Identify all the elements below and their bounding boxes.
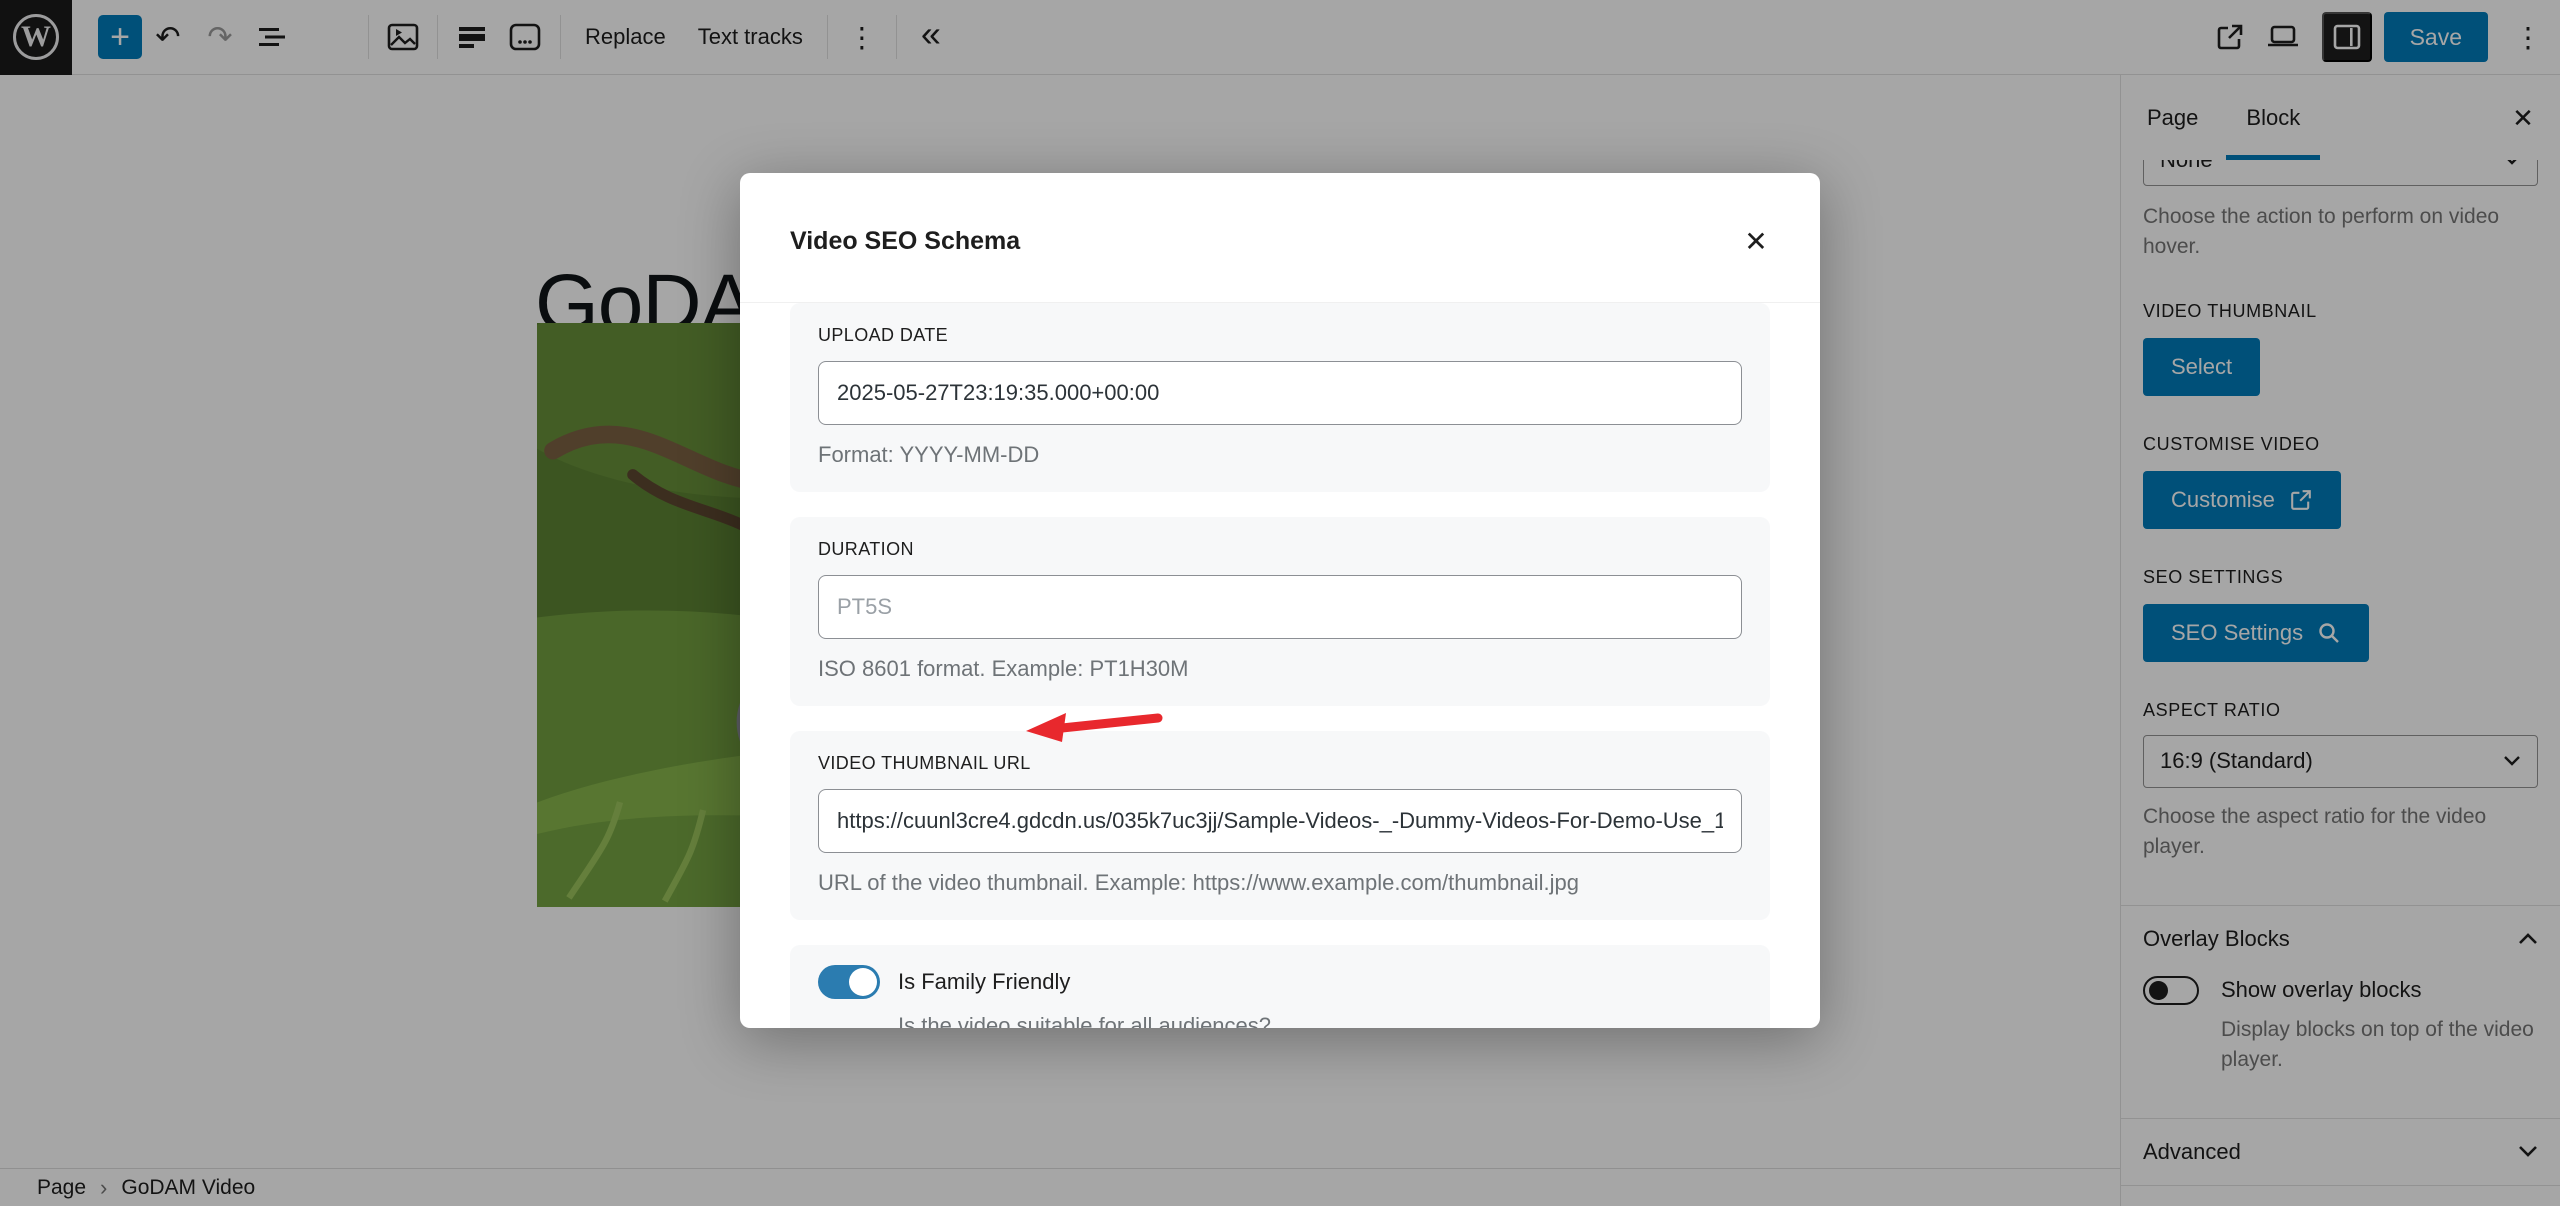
close-modal-button[interactable]: ✕ — [1736, 221, 1776, 261]
video-thumbnail-url-help: URL of the video thumbnail. Example: htt… — [818, 870, 1742, 896]
toggle-knob — [849, 968, 877, 996]
video-thumbnail-url-section: Video Thumbnail URL URL of the video thu… — [790, 731, 1770, 920]
family-friendly-section: Is Family Friendly Is the video suitable… — [790, 945, 1770, 1028]
upload-date-section: Upload Date Format: YYYY-MM-DD — [790, 303, 1770, 492]
video-seo-schema-modal: Video SEO Schema ✕ Upload Date Format: Y… — [740, 173, 1820, 1028]
family-friendly-row: Is Family Friendly — [818, 965, 1742, 999]
video-thumbnail-url-label: Video Thumbnail URL — [818, 753, 1742, 774]
video-thumbnail-url-input[interactable] — [818, 789, 1742, 853]
duration-label: Duration — [818, 539, 1742, 560]
upload-date-input[interactable] — [818, 361, 1742, 425]
duration-help: ISO 8601 format. Example: PT1H30M — [818, 656, 1742, 682]
modal-body: Upload Date Format: YYYY-MM-DD Duration … — [740, 303, 1820, 1028]
upload-date-label: Upload Date — [818, 325, 1742, 346]
family-friendly-help: Is the video suitable for all audiences? — [898, 1013, 1742, 1028]
annotation-arrow-icon — [1018, 704, 1168, 752]
family-friendly-toggle[interactable] — [818, 965, 880, 999]
modal-title: Video SEO Schema — [790, 227, 1770, 256]
upload-date-help: Format: YYYY-MM-DD — [818, 442, 1742, 468]
modal-header: Video SEO Schema ✕ — [740, 173, 1820, 303]
duration-input[interactable] — [818, 575, 1742, 639]
duration-section: Duration ISO 8601 format. Example: PT1H3… — [790, 517, 1770, 706]
close-icon: ✕ — [1744, 226, 1767, 257]
family-friendly-label: Is Family Friendly — [898, 969, 1070, 995]
wordpress-editor: W + ↶ ↷ — [0, 0, 2560, 1206]
